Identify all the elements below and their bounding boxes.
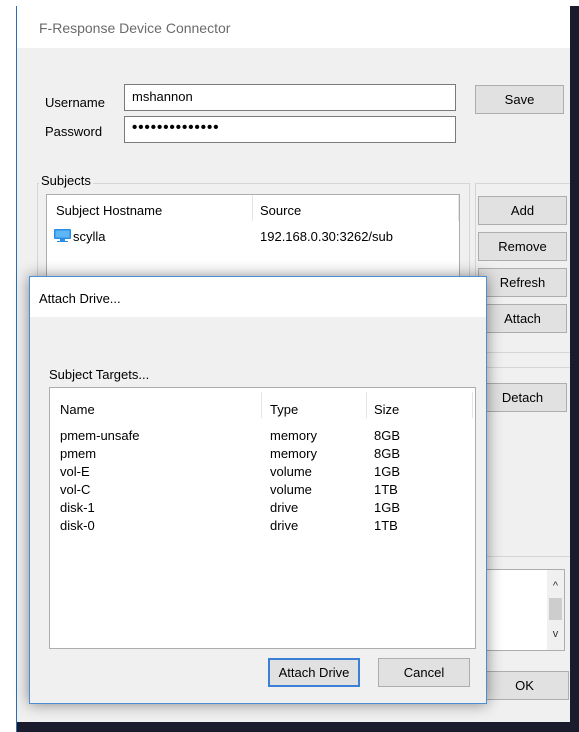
title-bar[interactable]: F-Response Device Connector — [17, 6, 579, 48]
target-size: 1GB — [374, 464, 401, 479]
target-type: memory — [270, 446, 317, 461]
subject-targets-label: Subject Targets... — [49, 367, 150, 382]
remove-subject-button[interactable]: Remove — [478, 232, 567, 261]
username-label: Username — [45, 95, 105, 110]
column-divider[interactable] — [366, 392, 367, 418]
table-row[interactable]: disk-1 drive 1GB — [50, 500, 475, 518]
table-row[interactable]: vol-E volume 1GB — [50, 464, 475, 482]
column-header-hostname[interactable]: Subject Hostname — [56, 203, 162, 218]
computer-icon — [54, 229, 71, 242]
password-label: Password — [45, 124, 103, 139]
attach-drive-button[interactable]: Attach Drive — [268, 658, 360, 687]
column-header-name[interactable]: Name — [60, 402, 95, 417]
target-size: 8GB — [374, 446, 401, 461]
dialog-title: Attach Drive... — [39, 291, 121, 306]
target-name: pmem-unsafe — [60, 428, 140, 443]
column-header-type[interactable]: Type — [270, 402, 298, 417]
password-field[interactable]: •••••••••••••• — [124, 116, 456, 143]
column-header-source[interactable]: Source — [260, 203, 301, 218]
subject-source: 192.168.0.30:3262/sub — [260, 229, 394, 244]
table-row[interactable]: pmem-unsafe memory 8GB — [50, 428, 475, 446]
target-size: 8GB — [374, 428, 401, 443]
table-row[interactable]: scylla 192.168.0.30:3262/sub — [47, 226, 459, 246]
column-divider[interactable] — [261, 392, 262, 418]
target-name: disk-1 — [60, 500, 95, 515]
column-divider[interactable] — [472, 392, 473, 418]
add-subject-button[interactable]: Add — [478, 196, 567, 225]
subject-targets-list[interactable]: Name Type Size pmem-unsafe memory 8GB pm… — [49, 387, 476, 649]
chevron-down-icon[interactable]: v — [547, 626, 564, 643]
cancel-button[interactable]: Cancel — [378, 658, 470, 687]
window-edge — [570, 6, 579, 732]
save-button[interactable]: Save — [475, 85, 564, 114]
target-type: drive — [270, 518, 299, 533]
table-row[interactable]: disk-0 drive 1TB — [50, 518, 475, 536]
column-divider[interactable] — [252, 195, 253, 221]
target-size: 1TB — [374, 482, 398, 497]
table-row[interactable]: vol-C volume 1TB — [50, 482, 475, 500]
window-title: F-Response Device Connector — [39, 20, 231, 36]
attach-drive-dialog: Attach Drive... Subject Targets... Name … — [29, 276, 487, 704]
scrollbar-thumb[interactable] — [549, 598, 562, 620]
target-name: pmem — [60, 446, 97, 461]
vertical-scrollbar[interactable]: ^ v — [547, 570, 564, 650]
target-type: volume — [270, 464, 312, 479]
target-type: memory — [270, 428, 317, 443]
target-type: drive — [270, 500, 299, 515]
ok-button[interactable]: OK — [480, 671, 569, 700]
username-field[interactable]: mshannon — [124, 84, 456, 111]
table-row[interactable]: pmem memory 8GB — [50, 446, 475, 464]
target-type: volume — [270, 482, 312, 497]
target-name: vol-C — [60, 482, 91, 497]
target-name: disk-0 — [60, 518, 95, 533]
subject-hostname: scylla — [73, 229, 106, 244]
chevron-up-icon[interactable]: ^ — [547, 578, 564, 595]
target-size: 1TB — [374, 518, 398, 533]
attach-button[interactable]: Attach — [478, 304, 567, 333]
column-header-size[interactable]: Size — [374, 402, 399, 417]
column-divider[interactable] — [458, 195, 459, 221]
target-name: vol-E — [60, 464, 90, 479]
window-edge — [17, 722, 579, 732]
subjects-group-title: Subjects — [39, 173, 93, 188]
refresh-button[interactable]: Refresh — [478, 268, 567, 297]
detach-button[interactable]: Detach — [478, 383, 567, 412]
target-size: 1GB — [374, 500, 401, 515]
dialog-title-bar[interactable]: Attach Drive... — [30, 277, 486, 317]
